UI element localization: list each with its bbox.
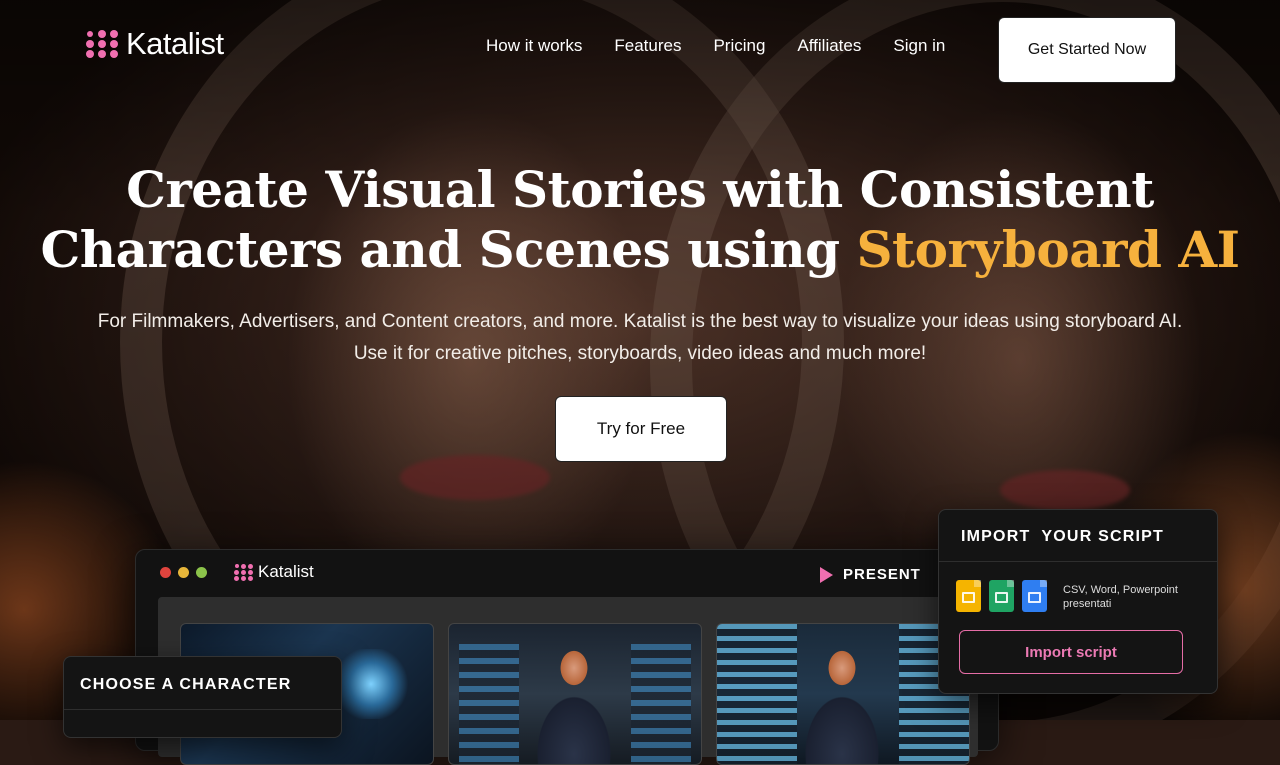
- window-controls: [160, 567, 207, 578]
- hero-subtitle: For Filmmakers, Advertisers, and Content…: [0, 306, 1280, 370]
- choose-character-title: CHOOSE A CHARACTER: [80, 676, 292, 693]
- main-nav: How it works Features Pricing Affiliates…: [470, 36, 961, 56]
- present-button[interactable]: PRESENT: [820, 566, 921, 583]
- get-started-button[interactable]: Get Started Now: [998, 17, 1176, 83]
- try-for-free-button[interactable]: Try for Free: [555, 396, 727, 462]
- slides-icon: [956, 580, 981, 612]
- import-script-card: IMPORT YOUR SCRIPT CSV, Word, Powerpoint…: [938, 509, 1218, 694]
- hero-title: Create Visual Stories with Consistent Ch…: [0, 160, 1280, 280]
- nav-features[interactable]: Features: [614, 36, 681, 56]
- app-logo-dots-icon: [234, 563, 254, 581]
- play-icon: [820, 566, 833, 583]
- storyboard-frame[interactable]: [448, 623, 702, 765]
- brand-logo[interactable]: Katalist: [86, 26, 224, 62]
- divider: [939, 561, 1217, 562]
- app-logo: Katalist: [234, 562, 314, 582]
- docs-icon: [1022, 580, 1047, 612]
- nav-how-it-works[interactable]: How it works: [486, 36, 582, 56]
- present-label: PRESENT: [843, 566, 921, 583]
- logo-text: Katalist: [126, 26, 224, 61]
- hero-title-text: Characters and Scenes using: [40, 220, 857, 279]
- hero-title-accent: Storyboard AI: [856, 220, 1240, 279]
- app-logo-text: Katalist: [258, 562, 314, 581]
- maximize-dot-icon: [196, 567, 207, 578]
- sheets-icon: [989, 580, 1014, 612]
- import-script-button[interactable]: Import script: [959, 630, 1183, 674]
- hero-title-line-1: Create Visual Stories with Consistent: [126, 160, 1154, 219]
- minimize-dot-icon: [178, 567, 189, 578]
- storyboard-frame[interactable]: [716, 623, 970, 765]
- hero-subtitle-line-2: Use it for creative pitches, storyboards…: [353, 343, 927, 364]
- file-types-text: CSV, Word, Powerpoint presentati: [1063, 584, 1178, 610]
- import-card-title: IMPORT YOUR SCRIPT: [961, 528, 1164, 545]
- nav-sign-in[interactable]: Sign in: [893, 36, 945, 56]
- choose-character-card: CHOOSE A CHARACTER: [63, 656, 342, 738]
- logo-dots-icon: [86, 30, 120, 58]
- hero-subtitle-line-1: For Filmmakers, Advertisers, and Content…: [97, 311, 1183, 332]
- close-dot-icon: [160, 567, 171, 578]
- file-type-icons: [956, 580, 1047, 612]
- nav-pricing[interactable]: Pricing: [713, 36, 765, 56]
- nav-affiliates[interactable]: Affiliates: [797, 36, 861, 56]
- divider: [64, 709, 341, 710]
- hero-title-line-2: Characters and Scenes using Storyboard A…: [0, 220, 1280, 280]
